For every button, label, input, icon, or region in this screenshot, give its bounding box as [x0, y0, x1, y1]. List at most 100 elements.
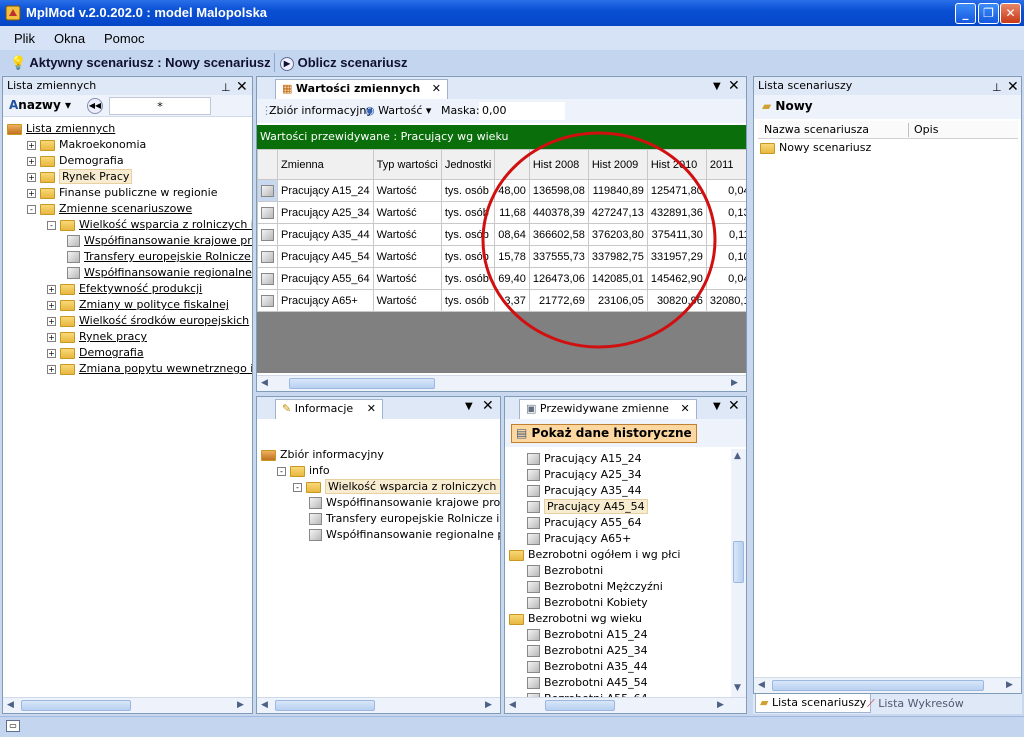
close-tab-icon[interactable]: ✕ [680, 402, 689, 415]
expand-icon[interactable]: + [27, 188, 36, 198]
table-cell[interactable]: Wartość [372, 267, 442, 290]
col-desc-header[interactable]: Opis [914, 123, 938, 136]
scroll-thumb[interactable] [545, 700, 615, 711]
tree-item[interactable]: + Rynek pracy [47, 329, 147, 345]
tree-item[interactable]: Współfinansowanie regionalne projektów [309, 527, 500, 543]
collapse-icon[interactable]: - [27, 204, 36, 214]
table-cell[interactable]: Wartość [372, 289, 442, 312]
scroll-left-icon[interactable]: ◀ [7, 700, 14, 710]
dropdown-icon[interactable]: ▼ [713, 401, 721, 412]
tree-item[interactable]: Transfery europejskie Rolnicze i rybacki… [67, 249, 252, 265]
tree-item[interactable]: Transfery europejskie Rolnicze i rybacki… [309, 511, 500, 527]
expand-icon[interactable]: + [27, 140, 36, 150]
scroll-right-icon[interactable]: ▶ [1006, 680, 1013, 690]
mask-input[interactable]: 0,00 [479, 102, 565, 120]
filter-input[interactable]: * [109, 97, 211, 115]
tree-item[interactable]: Bezrobotni A15_24 [527, 627, 648, 643]
info-hscroll[interactable]: ◀ ▶ [257, 697, 500, 713]
table-cell[interactable]: Wartość [372, 201, 442, 224]
tree-item[interactable]: Bezrobotni Mężczyźni [527, 579, 663, 595]
scroll-left-icon[interactable]: ◀ [261, 378, 268, 388]
tree-item[interactable]: - Zmienne scenariuszowe [27, 201, 192, 217]
scroll-thumb[interactable] [772, 680, 984, 691]
tab-predicted[interactable]: ▣ Przewidywane zmienne ✕ [519, 399, 697, 419]
table-cell[interactable]: Pracujący A25_34 [277, 201, 374, 224]
rewind-icon[interactable]: ◀◀ [87, 98, 103, 114]
tree-item[interactable]: Współfinansowanie krajowe projektów [309, 495, 500, 511]
tree-item[interactable]: Pracujący A25_34 [527, 467, 642, 483]
table-cell[interactable]: Wartość [372, 245, 442, 268]
tree-item[interactable]: Pracujący A55_64 [527, 515, 642, 531]
column-header[interactable]: Typ wartości [372, 149, 442, 180]
tree-item[interactable]: + Efektywność produkcji [47, 281, 202, 297]
tree-item[interactable]: Pracujący A35_44 [527, 483, 642, 499]
tab-values[interactable]: ▦ Wartości zmiennych ✕ [275, 79, 448, 99]
show-history-button[interactable]: ▤ Pokaż dane historyczne [511, 424, 697, 443]
expand-icon[interactable]: + [47, 284, 56, 294]
tree-item[interactable]: + Demografia [47, 345, 144, 361]
col-name-header[interactable]: Nazwa scenariusza [764, 123, 869, 136]
tab-charts-list[interactable]: ⟋ Lista Wykresów [863, 695, 968, 713]
tree-item[interactable]: + Zmiana popytu wewnetrznego i zewnetrzne… [47, 361, 252, 377]
value-dropdown[interactable]: ◉ Wartość ▾ [365, 104, 431, 117]
close-tab-icon[interactable]: ✕ [367, 402, 376, 415]
expand-icon[interactable]: + [47, 332, 56, 342]
tree-item[interactable]: Bezrobotni wg wieku [509, 611, 642, 627]
tab-info[interactable]: ✎ Informacje ✕ [275, 399, 383, 419]
tree-item[interactable]: Bezrobotni Kobiety [527, 595, 648, 611]
tree-item[interactable]: Bezrobotni A25_34 [527, 643, 648, 659]
expand-icon[interactable]: + [27, 156, 36, 166]
scroll-right-icon[interactable]: ▶ [485, 700, 492, 710]
tree-item[interactable]: - info [277, 463, 330, 479]
close-panel-icon[interactable]: ✕ [728, 398, 740, 414]
dropdown-icon[interactable]: ▼ [465, 401, 473, 412]
expand-icon[interactable]: + [47, 348, 56, 358]
tree-item[interactable]: Współfinansowanie regionalne projektów [67, 265, 252, 281]
tab-scenarios-list[interactable]: ▰ Lista scenariuszy [755, 694, 872, 713]
sort-dropdown[interactable]: Anazwy ▾ [9, 98, 71, 112]
tree-item[interactable]: Pracujący A15_24 [527, 451, 642, 467]
left-hscroll[interactable]: ◀ ▶ [3, 697, 252, 713]
tree-item[interactable]: + Makroekonomia [27, 137, 146, 153]
column-header[interactable]: Zmienna [277, 149, 374, 180]
scroll-left-icon[interactable]: ◀ [261, 700, 268, 710]
tree-item[interactable]: Zbiór informacyjny [261, 447, 384, 463]
close-panel-icon[interactable]: ✕ [1007, 78, 1019, 96]
scroll-down-icon[interactable]: ▼ [734, 683, 741, 693]
close-panel-icon[interactable]: ✕ [236, 78, 248, 96]
close-icon[interactable]: ✕ [1000, 3, 1021, 24]
table-cell[interactable]: Wartość [372, 179, 442, 202]
tree-item[interactable]: Współfinansowanie krajowe projektów [67, 233, 252, 249]
collapse-icon[interactable]: - [293, 482, 302, 492]
collapse-icon[interactable]: - [47, 220, 56, 230]
tree-item[interactable]: Pracujący A45_54 [527, 499, 648, 515]
tree-item[interactable]: + Demografia [27, 153, 124, 169]
scroll-left-icon[interactable]: ◀ [758, 680, 765, 690]
compute-scenario-button[interactable]: ▶ Oblicz scenariusz [280, 52, 407, 73]
scroll-right-icon[interactable]: ▶ [731, 378, 738, 388]
expand-icon[interactable]: + [47, 364, 56, 374]
scroll-thumb[interactable] [733, 541, 744, 583]
expand-icon[interactable]: + [47, 300, 56, 310]
collapse-icon[interactable]: - [277, 466, 286, 476]
info-set-button[interactable]: Zbiór informacyjny [269, 104, 373, 117]
menu-plik[interactable]: Plik [14, 31, 35, 46]
table-cell[interactable]: Pracujący A55_64 [277, 267, 374, 290]
dropdown-icon[interactable]: ▼ [713, 81, 721, 92]
table-cell[interactable]: Pracujący A65+ [277, 289, 374, 312]
close-panel-icon[interactable]: ✕ [728, 78, 740, 94]
scroll-right-icon[interactable]: ▶ [717, 700, 724, 710]
scroll-right-icon[interactable]: ▶ [237, 700, 244, 710]
list-item[interactable]: Nowy scenariusz [760, 141, 871, 154]
tree-item[interactable]: Lista zmiennych [7, 121, 115, 137]
menu-pomoc[interactable]: Pomoc [104, 31, 144, 46]
tree-item[interactable]: Bezrobotni [527, 563, 603, 579]
scroll-left-icon[interactable]: ◀ [509, 700, 516, 710]
scroll-thumb[interactable] [289, 378, 435, 389]
tree-item[interactable]: + Rynek Pracy [27, 169, 133, 185]
close-tab-icon[interactable]: ✕ [432, 82, 441, 95]
expand-icon[interactable]: + [47, 316, 56, 326]
table-cell[interactable]: Pracujący A45_54 [277, 245, 374, 268]
close-panel-icon[interactable]: ✕ [482, 398, 494, 414]
scroll-thumb[interactable] [21, 700, 131, 711]
